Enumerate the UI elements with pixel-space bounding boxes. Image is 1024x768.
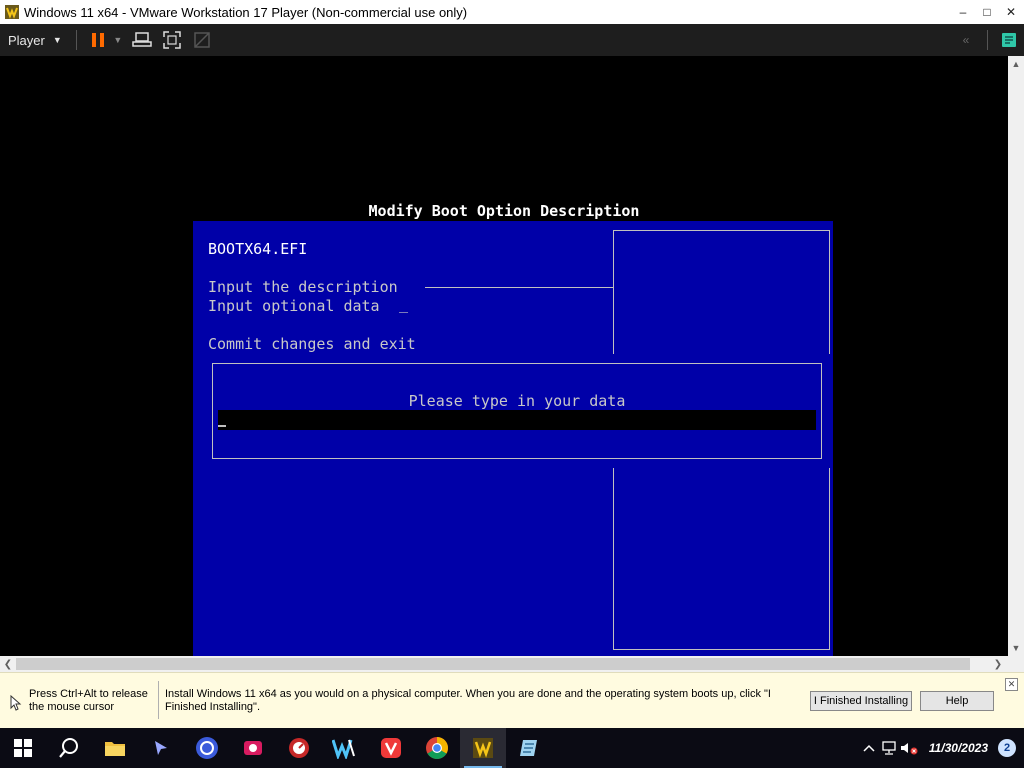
scroll-down-icon[interactable]: ▼ (1008, 640, 1024, 656)
pause-icon (91, 33, 104, 47)
scroll-up-icon[interactable]: ▲ (1008, 56, 1024, 72)
camera-app-button[interactable] (230, 728, 276, 768)
release-mouse-hint: Press Ctrl+Alt to release the mouse curs… (29, 688, 148, 713)
pointer-app-icon (155, 741, 167, 755)
vm-app-icon (196, 737, 218, 759)
chrome-button[interactable] (414, 728, 460, 768)
help-box-lower (613, 468, 830, 650)
gauge-app-icon (289, 738, 309, 758)
vivaldi-icon (381, 738, 401, 758)
vmware-icon (473, 738, 493, 758)
collapse-toolbar-button[interactable]: « (953, 27, 979, 53)
fullscreen-icon (163, 31, 181, 49)
unity-button[interactable] (189, 27, 215, 53)
player-menu-button[interactable]: Player ▼ (0, 24, 70, 56)
minimize-button[interactable]: – (952, 0, 974, 24)
chevron-down-icon: ▼ (113, 35, 123, 45)
volume-muted-icon[interactable] (899, 728, 919, 768)
close-notification-icon[interactable]: ✕ (1005, 678, 1018, 691)
toolbar-divider (75, 30, 77, 50)
player-menu-label: Player (8, 32, 45, 48)
scroll-right-icon[interactable]: ❯ (990, 656, 1006, 672)
chevron-up-icon[interactable] (859, 728, 879, 768)
notes-icon (1002, 33, 1016, 47)
double-chevron-left-icon: « (962, 33, 970, 47)
input-popup-dialog: Please type in your data (212, 363, 822, 459)
notification-bar: Press Ctrl+Alt to release the mouse curs… (0, 672, 1024, 728)
menu-connector-line (425, 287, 613, 288)
vm-app-button[interactable] (184, 728, 230, 768)
network-icon[interactable] (879, 728, 899, 768)
input-optional-data-option[interactable]: Input optional data (208, 297, 380, 315)
w-app-icon (332, 739, 355, 759)
mouse-cursor-icon (10, 694, 22, 714)
w-app-button[interactable] (322, 728, 368, 768)
search-button[interactable] (46, 728, 92, 768)
notepad-icon (520, 740, 537, 756)
optional-data-value: _ (399, 295, 409, 313)
pause-button[interactable] (85, 27, 111, 53)
window-title: Windows 11 x64 - VMware Workstation 17 P… (24, 4, 468, 20)
vm-display[interactable]: Modify Boot Option Description BOOTX64.E… (0, 56, 1008, 656)
pause-dropdown-button[interactable]: ▼ (111, 27, 125, 53)
data-input-field[interactable] (218, 410, 816, 430)
toolbar-divider (987, 30, 988, 50)
input-description-option[interactable]: Input the description (208, 278, 398, 296)
vmware-logo-icon (4, 4, 20, 20)
vivaldi-button[interactable] (368, 728, 414, 768)
notification-divider (158, 681, 159, 719)
start-button[interactable] (0, 728, 46, 768)
file-explorer-button[interactable] (92, 728, 138, 768)
text-cursor (218, 425, 226, 427)
vmware-taskbar-button[interactable] (460, 728, 506, 768)
start-icon (14, 739, 32, 757)
chrome-icon (426, 737, 448, 759)
notepad-button[interactable] (506, 728, 552, 768)
gauge-app-button[interactable] (276, 728, 322, 768)
tray-date[interactable]: 11/30/2023 (929, 741, 988, 755)
fullscreen-button[interactable] (159, 27, 185, 53)
file-explorer-icon (105, 742, 125, 756)
chevron-down-icon: ▼ (52, 35, 62, 45)
system-tray: 11/30/2023 2 (859, 728, 1024, 768)
notification-count-badge[interactable]: 2 (998, 739, 1016, 757)
network-computer-icon (132, 32, 152, 47)
pointer-app-button[interactable] (138, 728, 184, 768)
horizontal-scrollbar[interactable]: ❮ ❯ (0, 656, 1024, 672)
search-icon (59, 738, 78, 758)
scroll-thumb[interactable] (16, 658, 970, 670)
close-window-button[interactable]: ✕ (1000, 0, 1022, 24)
camera-app-icon (244, 741, 262, 755)
window-title-bar: Windows 11 x64 - VMware Workstation 17 P… (0, 0, 1024, 24)
popup-prompt: Please type in your data (408, 392, 626, 410)
bios-panel: BOOTX64.EFI Input the description Input … (193, 221, 833, 656)
notes-button[interactable] (996, 27, 1022, 53)
help-button[interactable]: Help (920, 691, 994, 711)
i-finished-installing-button[interactable]: I Finished Installing (810, 691, 912, 711)
help-box (613, 230, 830, 354)
boot-file-name: BOOTX64.EFI (208, 240, 308, 258)
vertical-scrollbar[interactable]: ▲ ▼ (1008, 56, 1024, 656)
scroll-left-icon[interactable]: ❮ (0, 656, 16, 672)
send-ctrl-alt-del-button[interactable] (129, 27, 155, 53)
player-toolbar: Player ▼ ▼ « (0, 24, 1024, 56)
unity-icon (194, 32, 210, 48)
install-instructions: Install Windows 11 x64 as you would on a… (165, 688, 771, 713)
bios-page-title: Modify Boot Option Description (368, 202, 640, 220)
windows-taskbar: 11/30/2023 2 (0, 728, 1024, 768)
commit-changes-option[interactable]: Commit changes and exit (208, 335, 416, 353)
maximize-button[interactable]: □ (976, 0, 998, 24)
